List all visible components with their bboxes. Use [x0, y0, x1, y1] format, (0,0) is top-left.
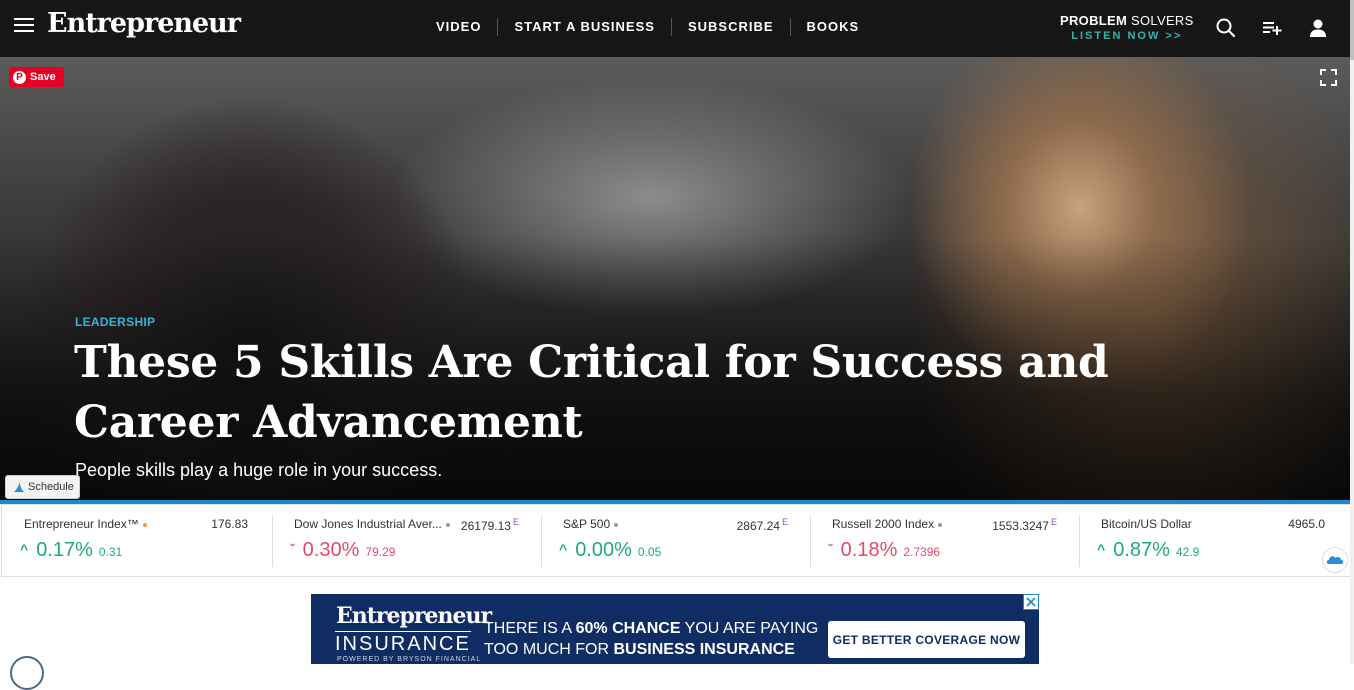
ticker-item-entrepreneur-index[interactable]: Entrepreneur Index™ 176.83 ^ 0.17% 0.31 — [2, 505, 272, 576]
schedule-label: Schedule — [28, 481, 74, 493]
hero-image[interactable]: P Save LEADERSHIP These 5 Skills Are Cri… — [0, 57, 1354, 503]
ticker-change: ˇ 0.30% 79.29 — [290, 539, 396, 561]
ticker-price: 2867.24 E — [736, 517, 788, 533]
ticker-price: 4965.0 — [1288, 517, 1325, 531]
ticker-name: Russell 2000 Index — [832, 517, 943, 531]
close-icon — [1026, 597, 1036, 607]
site-logo[interactable]: Entrepreneur — [47, 8, 241, 39]
main-nav: VIDEO START A BUSINESS SUBSCRIBE BOOKS — [420, 18, 875, 36]
nav-subscribe[interactable]: SUBSCRIBE — [672, 18, 791, 36]
cloud-icon — [1326, 556, 1344, 564]
down-arrow-icon: ˇ — [828, 541, 833, 557]
ad-close-button[interactable] — [1023, 594, 1039, 610]
ticker-item-bitcoin[interactable]: Bitcoin/US Dollar 4965.0 ^ 0.87% 42.9 — [1079, 505, 1351, 576]
page-scrollbar-thumb[interactable] — [1350, 0, 1354, 60]
schedule-logo-icon — [14, 482, 24, 492]
ticker-name: Bitcoin/US Dollar — [1101, 517, 1192, 531]
market-ticker: Entrepreneur Index™ 176.83 ^ 0.17% 0.31 Do… — [1, 504, 1351, 577]
down-arrow-icon: ˇ — [290, 541, 295, 557]
article-dek: People skills play a huge role in your s… — [75, 460, 443, 480]
nav-books[interactable]: BOOKS — [791, 18, 876, 36]
cloud-widget-button[interactable] — [1322, 547, 1348, 573]
ad-cta-button[interactable]: GET BETTER COVERAGE NOW — [828, 621, 1025, 658]
ticker-name: Entrepreneur Index™ — [24, 517, 147, 531]
ticker-change: ^ 0.87% 42.9 — [1097, 539, 1200, 561]
ticker-change: ^ 0.00% 0.05 — [559, 539, 662, 561]
ticker-price: 176.83 — [211, 517, 248, 531]
ad-brand-logo: Entrepreneur — [336, 603, 492, 629]
top-navigation-bar: Entrepreneur VIDEO START A BUSINESS SUBS… — [0, 0, 1354, 57]
ticker-item-dow-jones[interactable]: Dow Jones Industrial Aver... 26179.13 E ˇ… — [272, 505, 541, 576]
status-dot — [142, 522, 147, 527]
pinterest-icon: P — [13, 70, 26, 84]
ad-byline: POWERED BY BRYSON FINANCIAL — [337, 656, 482, 663]
ticker-name: Dow Jones Industrial Aver... — [294, 517, 450, 531]
ad-copy: THERE IS A 60% CHANCE YOU ARE PAYING TOO… — [484, 620, 819, 658]
status-dot — [938, 522, 943, 527]
listen-now-link[interactable]: LISTEN NOW >> — [1060, 30, 1194, 42]
up-arrow-icon: ^ — [1097, 541, 1106, 557]
fullscreen-icon[interactable] — [1320, 69, 1337, 86]
insurance-ad-banner[interactable]: Entrepreneur INSURANCE POWERED BY BRYSON… — [311, 594, 1039, 664]
podcast-title: PROBLEM SOLVERS — [1060, 13, 1194, 28]
status-dot — [445, 522, 450, 527]
article-headline[interactable]: These 5 Skills Are Critical for Success … — [74, 333, 1254, 453]
ticker-item-sp-500[interactable]: S&P 500 2867.24 E ^ 0.00% 0.05 — [541, 505, 810, 576]
nav-video[interactable]: VIDEO — [420, 18, 499, 36]
problem-solvers-podcast-link[interactable]: PROBLEM SOLVERS LISTEN NOW >> — [1060, 13, 1194, 42]
playlist-add-icon[interactable] — [1261, 17, 1283, 39]
article-category[interactable]: LEADERSHIP — [75, 315, 155, 329]
ticker-change: ^ 0.17% 0.31 — [20, 539, 123, 561]
ticker-price: 1553.3247 E — [992, 517, 1057, 533]
ad-product-label: INSURANCE — [335, 631, 471, 655]
ticker-name: S&P 500 — [563, 517, 619, 531]
search-icon[interactable] — [1215, 17, 1237, 39]
status-dot — [614, 522, 619, 527]
menu-icon[interactable] — [14, 18, 34, 34]
pinterest-save-button[interactable]: P Save — [9, 67, 64, 87]
ticker-change: ˇ 0.18% 2.7396 — [828, 539, 941, 561]
pinterest-save-label: Save — [30, 71, 56, 83]
user-icon[interactable] — [1307, 17, 1329, 39]
up-arrow-icon: ^ — [20, 541, 29, 557]
nav-start-a-business[interactable]: START A BUSINESS — [498, 18, 672, 36]
page-scrollbar-track[interactable] — [1350, 0, 1354, 664]
up-arrow-icon: ^ — [559, 541, 568, 557]
ticker-item-russell-2000[interactable]: Russell 2000 Index 1553.3247 E ˇ 0.18% 2.73… — [810, 505, 1079, 576]
accessibility-widget-button[interactable] — [10, 656, 44, 690]
ticker-price: 26179.13 E — [460, 517, 519, 533]
schedule-button[interactable]: Schedule — [5, 475, 80, 499]
